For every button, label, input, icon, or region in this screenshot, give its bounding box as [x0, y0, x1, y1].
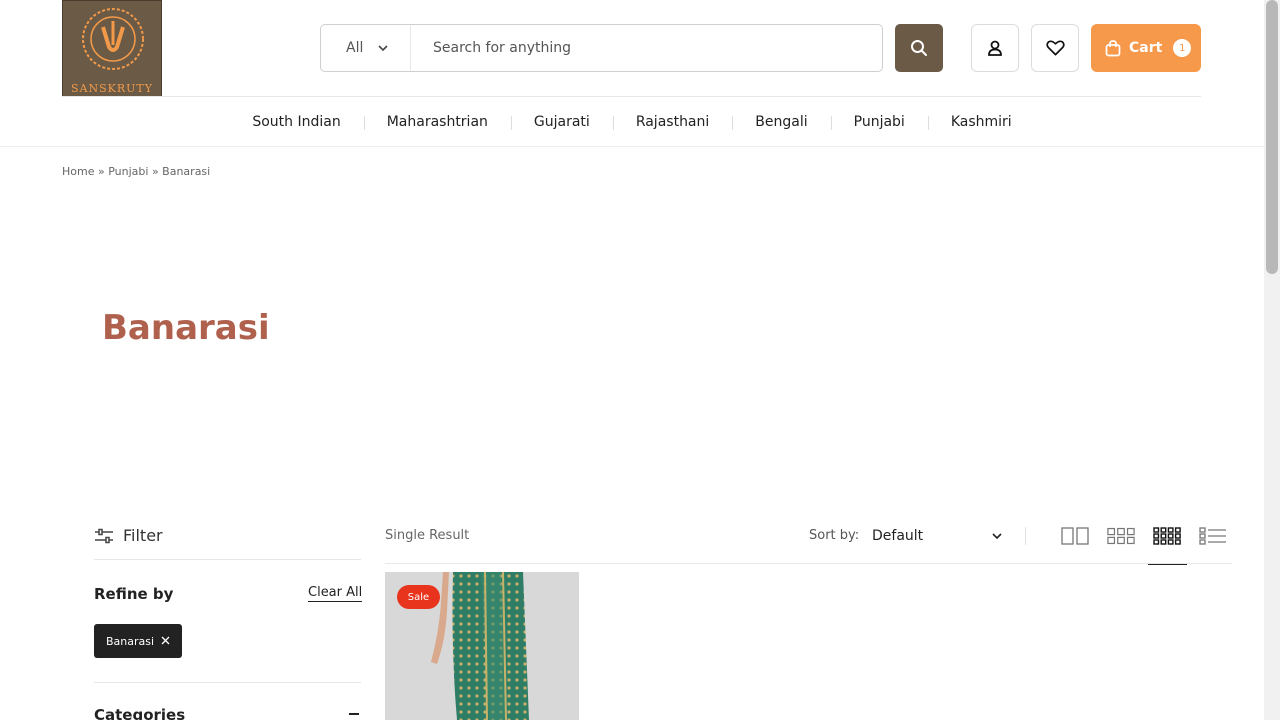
collapse-minus-icon[interactable]: [349, 713, 359, 715]
breadcrumb-parent[interactable]: Punjabi: [108, 165, 148, 178]
breadcrumb-current: Banarasi: [162, 165, 211, 178]
breadcrumb: Home » Punjabi » Banarasi: [62, 165, 210, 178]
toolbar-divider: [1025, 527, 1026, 545]
cart-label: Cart: [1129, 40, 1163, 56]
clear-all-link[interactable]: Clear All: [308, 585, 363, 602]
search-bar: All: [320, 24, 883, 72]
lotus-emblem-icon: [82, 8, 144, 70]
nav-item-bengali[interactable]: Bengali: [732, 108, 830, 136]
chevron-down-icon: [992, 530, 1002, 543]
search-button[interactable]: [895, 24, 943, 72]
grid-4-icon: [1153, 527, 1181, 545]
logo-text: SANSKRUTY: [70, 82, 153, 95]
header-divider: [62, 96, 1201, 97]
grid-4-view-button[interactable]: [1153, 524, 1181, 548]
list-icon: [1199, 527, 1226, 545]
chevron-down-icon: [378, 42, 388, 55]
search-category-value: All: [346, 40, 364, 56]
search-icon: [911, 40, 927, 56]
search-input[interactable]: [411, 25, 882, 71]
page-title: Banarasi: [102, 308, 270, 348]
nav-item-south-indian[interactable]: South Indian: [229, 108, 363, 136]
scrollbar-thumb[interactable]: [1266, 0, 1278, 274]
product-card[interactable]: Sale: [385, 572, 579, 720]
filter-label: Filter: [123, 526, 163, 545]
search-category-select[interactable]: All: [321, 25, 411, 71]
wishlist-button[interactable]: [1031, 24, 1079, 72]
sort-value: Default: [872, 528, 924, 544]
grid-3-icon: [1107, 527, 1135, 545]
toolbar-divider: [385, 563, 1232, 564]
nav-item-maharashtrian[interactable]: Maharashtrian: [363, 108, 511, 136]
breadcrumb-home[interactable]: Home: [62, 165, 94, 178]
main-nav: South Indian Maharashtrian Gujarati Raja…: [0, 108, 1264, 136]
categories-heading[interactable]: Categories: [94, 706, 185, 720]
site-logo[interactable]: SANSKRUTY: [62, 0, 162, 97]
user-icon: [988, 40, 1002, 56]
nav-item-kashmiri[interactable]: Kashmiri: [927, 108, 1035, 136]
heart-icon: [1045, 40, 1065, 56]
list-view-button[interactable]: [1199, 524, 1227, 548]
shopping-bag-icon: [1105, 39, 1121, 56]
active-filter-label: Banarasi: [106, 634, 155, 648]
account-button[interactable]: [971, 24, 1019, 72]
cart-count-badge: 1: [1173, 39, 1192, 57]
grid-2-view-button[interactable]: [1061, 524, 1089, 548]
active-filter-chip[interactable]: Banarasi: [94, 624, 182, 658]
refine-by-heading: Refine by: [94, 585, 174, 603]
sort-label: Sort by:: [809, 528, 860, 543]
nav-item-gujarati[interactable]: Gujarati: [510, 108, 613, 136]
nav-item-punjabi[interactable]: Punjabi: [830, 108, 928, 136]
nav-divider: [0, 146, 1264, 147]
result-count: Single Result: [385, 528, 470, 543]
sort-select[interactable]: Default: [872, 521, 1006, 551]
filter-toggle[interactable]: Filter: [94, 526, 163, 545]
nav-item-rajasthani[interactable]: Rajasthani: [612, 108, 732, 136]
breadcrumb-separator: »: [97, 165, 105, 178]
sliders-icon: [95, 528, 113, 543]
sidebar-divider: [94, 559, 361, 560]
sidebar-divider: [94, 682, 361, 683]
cart-button[interactable]: Cart 1: [1091, 24, 1201, 72]
grid-3-view-button[interactable]: [1107, 524, 1135, 548]
close-icon[interactable]: [161, 634, 170, 648]
grid-2-icon: [1061, 527, 1089, 545]
sale-badge: Sale: [397, 585, 440, 609]
breadcrumb-separator: »: [151, 165, 159, 178]
